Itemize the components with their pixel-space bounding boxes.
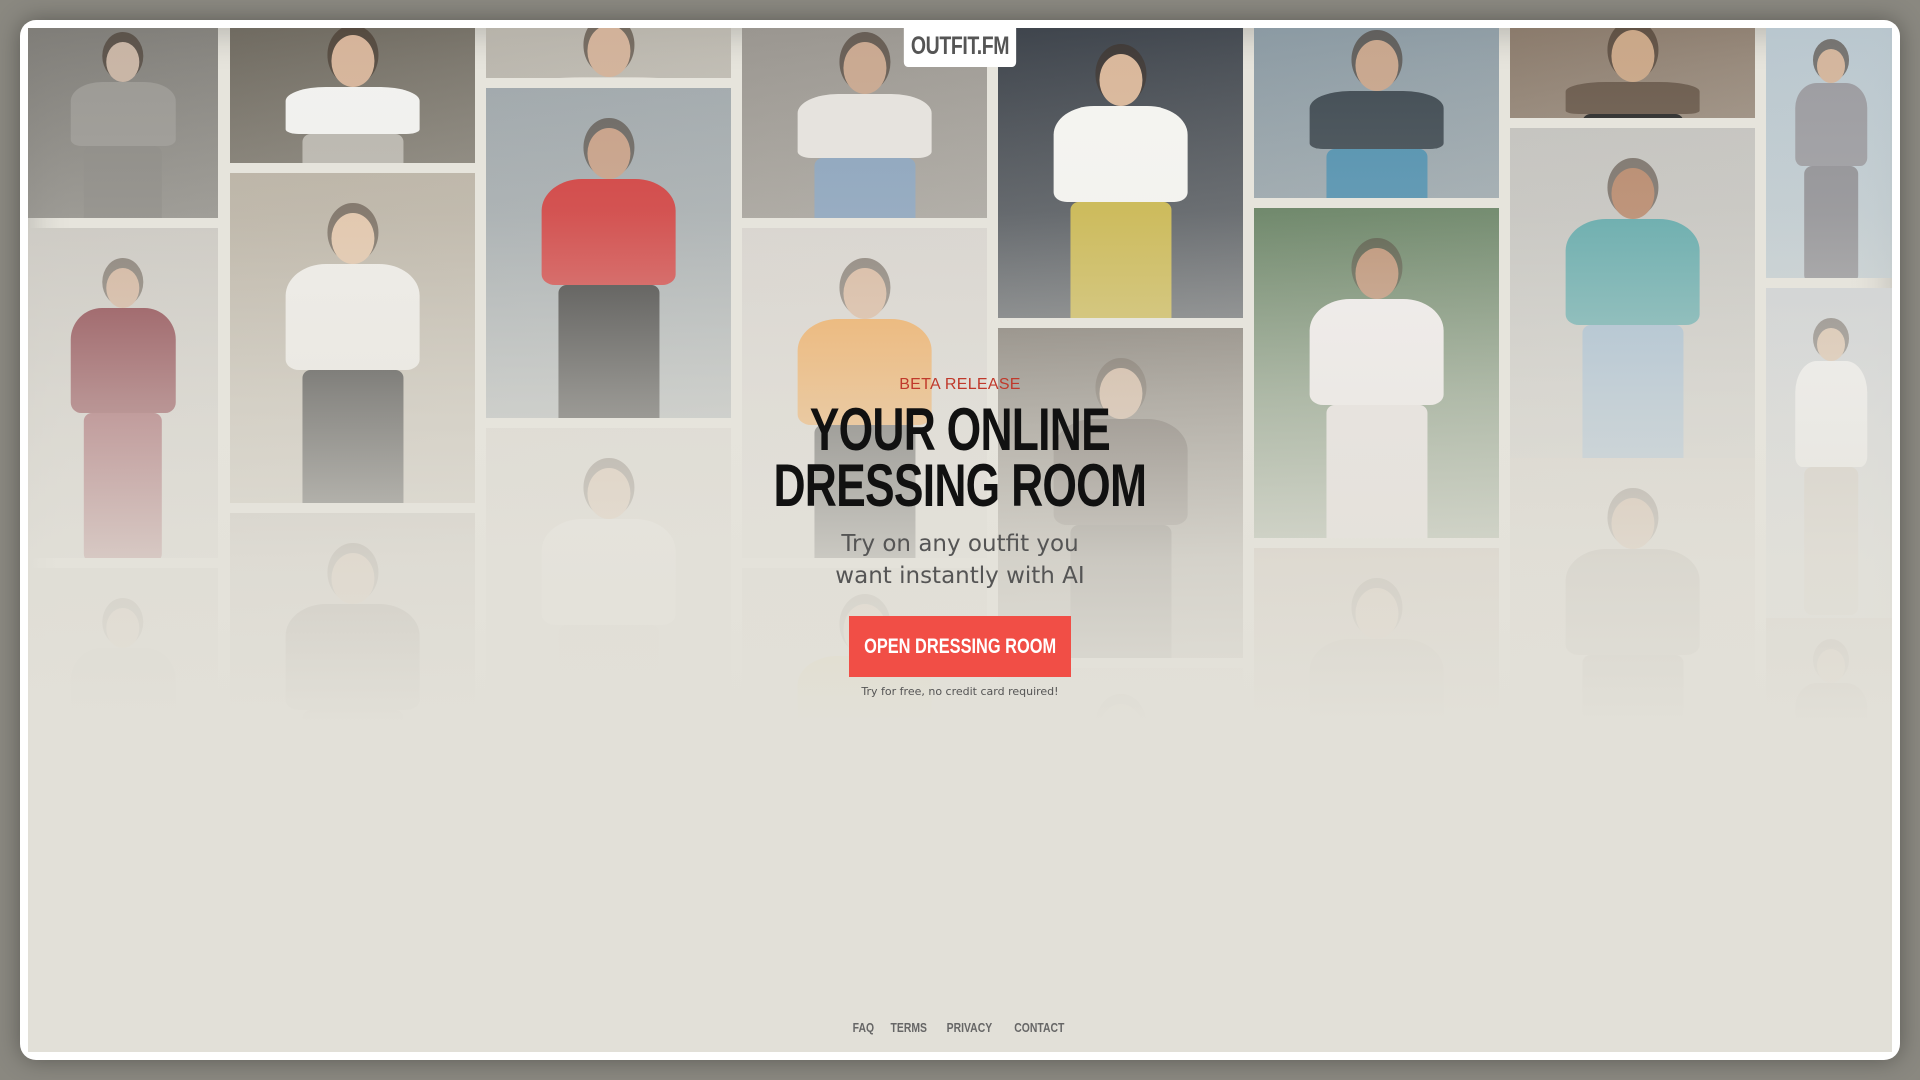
page-viewport: OUTFIT.FM BETA RELEASE YOUR ONLINE DRESS…	[28, 28, 1892, 1052]
footer-link-faq[interactable]: FAQ	[852, 1020, 873, 1035]
site-logo[interactable]: OUTFIT.FM	[903, 28, 1017, 67]
footer-link-terms[interactable]: TERMS	[891, 1020, 927, 1035]
open-dressing-room-button[interactable]: OPEN DRESSING ROOM	[849, 616, 1071, 677]
footer-link-privacy[interactable]: PRIVACY	[947, 1020, 992, 1035]
footer-links: FAQ TERMS PRIVACY CONTACT	[28, 1020, 1892, 1035]
beta-release-label: BETA RELEASE	[899, 376, 1021, 393]
hero-section: BETA RELEASE YOUR ONLINE DRESSING ROOM T…	[28, 376, 1892, 698]
hero-subheading: Try on any outfit you want instantly wit…	[835, 531, 1085, 589]
open-dressing-room-button-label: OPEN DRESSING ROOM	[863, 634, 1057, 658]
page-title: YOUR ONLINE DRESSING ROOM	[773, 396, 1147, 519]
free-trial-note: Try for free, no credit card required!	[861, 685, 1059, 698]
headline-line-1: YOUR ONLINE	[809, 396, 1111, 463]
headline-line-2: DRESSING ROOM	[773, 452, 1147, 519]
footer-link-contact[interactable]: CONTACT	[1014, 1020, 1064, 1035]
